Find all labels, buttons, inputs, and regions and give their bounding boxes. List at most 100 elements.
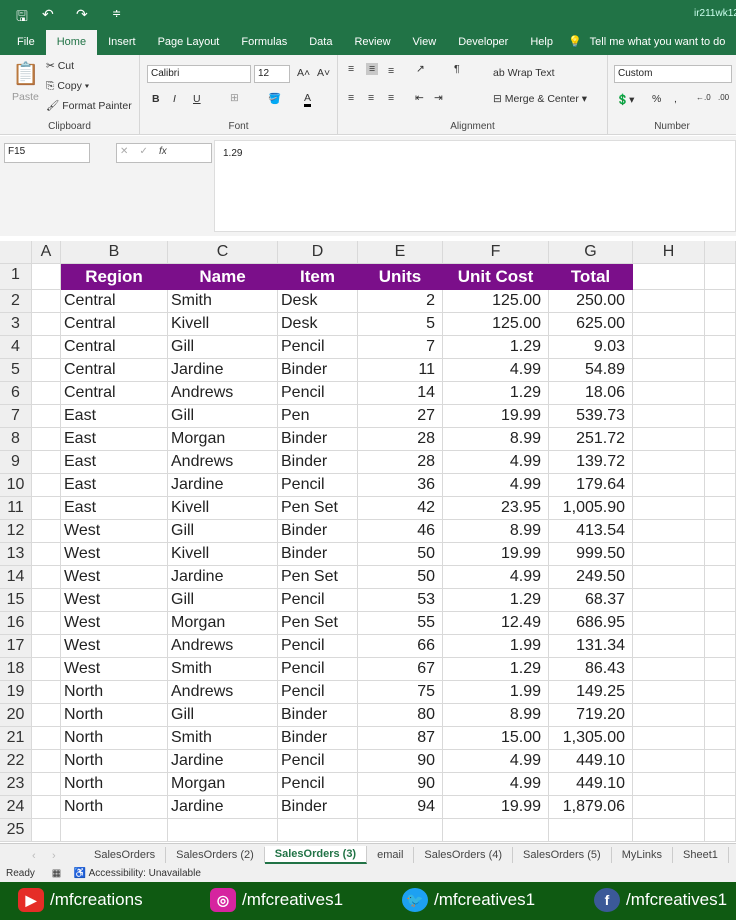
data-cell[interactable]: 149.25 xyxy=(549,681,633,704)
data-cell[interactable]: 36 xyxy=(358,474,443,497)
data-cell[interactable]: 1,305.00 xyxy=(549,727,633,750)
cut-button[interactable]: ✂ Cut xyxy=(46,60,74,72)
cell[interactable] xyxy=(633,750,705,773)
cell[interactable] xyxy=(549,819,633,842)
row-header[interactable]: 6 xyxy=(0,382,32,405)
cell[interactable] xyxy=(633,359,705,382)
cell[interactable] xyxy=(633,543,705,566)
borders-icon[interactable]: ⊞ xyxy=(230,92,239,104)
data-cell[interactable]: 4.99 xyxy=(443,451,549,474)
data-cell[interactable]: 8.99 xyxy=(443,704,549,727)
data-cell[interactable]: 87 xyxy=(358,727,443,750)
data-cell[interactable]: 1.29 xyxy=(443,336,549,359)
data-cell[interactable]: 1.29 xyxy=(443,589,549,612)
cell[interactable] xyxy=(633,612,705,635)
data-cell[interactable]: Pen Set xyxy=(278,497,358,520)
data-cell[interactable]: Binder xyxy=(278,451,358,474)
cell[interactable] xyxy=(633,819,705,842)
data-cell[interactable]: Pencil xyxy=(278,773,358,796)
tab-view[interactable]: View xyxy=(402,30,448,55)
data-cell[interactable]: East xyxy=(61,451,168,474)
data-cell[interactable]: Andrews xyxy=(168,382,278,405)
data-cell[interactable]: Smith xyxy=(168,290,278,313)
row-header[interactable]: 10 xyxy=(0,474,32,497)
cell[interactable] xyxy=(705,819,736,842)
data-cell[interactable]: Andrews xyxy=(168,681,278,704)
tab-developer[interactable]: Developer xyxy=(447,30,519,55)
sheet-tab[interactable]: Sheet1 xyxy=(673,847,729,863)
data-cell[interactable]: Desk xyxy=(278,313,358,336)
column-header-d[interactable]: D xyxy=(278,241,358,264)
data-cell[interactable]: 9.03 xyxy=(549,336,633,359)
cell[interactable] xyxy=(168,819,278,842)
underline-button[interactable]: U xyxy=(193,93,201,105)
cell[interactable] xyxy=(705,428,736,451)
tell-me-search[interactable]: Tell me what you want to do xyxy=(586,30,730,55)
percent-button[interactable]: % xyxy=(652,93,661,105)
data-cell[interactable]: 94 xyxy=(358,796,443,819)
data-cell[interactable]: Kivell xyxy=(168,543,278,566)
row-header[interactable]: 12 xyxy=(0,520,32,543)
data-cell[interactable]: 5 xyxy=(358,313,443,336)
row-header[interactable]: 17 xyxy=(0,635,32,658)
shrink-font-icon[interactable]: A˅ xyxy=(317,67,330,79)
data-cell[interactable]: 539.73 xyxy=(549,405,633,428)
undo-icon[interactable]: ↶ xyxy=(42,6,54,23)
paste-button[interactable]: Paste xyxy=(12,91,39,103)
data-cell[interactable]: Andrews xyxy=(168,635,278,658)
data-cell[interactable]: North xyxy=(61,727,168,750)
cell[interactable] xyxy=(705,520,736,543)
data-cell[interactable]: 251.72 xyxy=(549,428,633,451)
cell[interactable] xyxy=(705,313,736,336)
row-header[interactable]: 16 xyxy=(0,612,32,635)
wrap-text-button[interactable]: ab Wrap Text xyxy=(493,67,555,79)
enter-icon[interactable]: ✓ xyxy=(140,146,148,157)
social-link[interactable]: 🐦 /mfcreatives1 xyxy=(402,888,535,912)
cell[interactable] xyxy=(633,428,705,451)
insert-function-icon[interactable]: fx xyxy=(159,146,167,157)
sheet-tab[interactable]: MyLinks xyxy=(612,847,674,863)
data-cell[interactable]: 131.34 xyxy=(549,635,633,658)
cell[interactable] xyxy=(633,474,705,497)
cell[interactable] xyxy=(633,264,705,290)
cell[interactable] xyxy=(633,290,705,313)
data-cell[interactable]: Jardine xyxy=(168,750,278,773)
data-cell[interactable]: Jardine xyxy=(168,566,278,589)
cell[interactable] xyxy=(705,658,736,681)
cell[interactable] xyxy=(705,359,736,382)
data-cell[interactable]: 50 xyxy=(358,566,443,589)
data-cell[interactable]: 11 xyxy=(358,359,443,382)
cell[interactable] xyxy=(32,290,61,313)
data-cell[interactable]: 449.10 xyxy=(549,773,633,796)
data-cell[interactable]: 999.50 xyxy=(549,543,633,566)
data-cell[interactable]: 80 xyxy=(358,704,443,727)
select-all-corner[interactable] xyxy=(0,241,32,264)
data-cell[interactable]: 1.29 xyxy=(443,382,549,405)
cell[interactable] xyxy=(633,405,705,428)
cell[interactable] xyxy=(358,819,443,842)
sheet-tab[interactable]: SalesOrders (4) xyxy=(414,847,514,863)
tab-help[interactable]: Help xyxy=(519,30,564,55)
data-cell[interactable]: Binder xyxy=(278,543,358,566)
data-cell[interactable]: Jardine xyxy=(168,359,278,382)
sheet-tab[interactable]: email xyxy=(367,847,415,863)
align-bottom-icon[interactable]: ≡ xyxy=(388,65,394,77)
row-header[interactable]: 5 xyxy=(0,359,32,382)
cell[interactable] xyxy=(705,635,736,658)
data-cell[interactable]: 75 xyxy=(358,681,443,704)
save-icon[interactable]: 🖫 xyxy=(16,6,28,30)
header-cell[interactable]: Units xyxy=(358,264,443,290)
sheet-tab[interactable]: SalesOrders xyxy=(84,847,167,863)
cell[interactable] xyxy=(32,681,61,704)
cell[interactable] xyxy=(705,336,736,359)
data-cell[interactable]: Kivell xyxy=(168,313,278,336)
data-cell[interactable]: Central xyxy=(61,359,168,382)
data-cell[interactable]: Gill xyxy=(168,520,278,543)
cell[interactable] xyxy=(32,520,61,543)
data-cell[interactable]: 23.95 xyxy=(443,497,549,520)
data-cell[interactable]: Pen Set xyxy=(278,612,358,635)
cell[interactable] xyxy=(61,819,168,842)
decrease-decimal-icon[interactable]: .00 xyxy=(718,93,729,102)
data-cell[interactable]: 19.99 xyxy=(443,405,549,428)
data-cell[interactable]: North xyxy=(61,773,168,796)
